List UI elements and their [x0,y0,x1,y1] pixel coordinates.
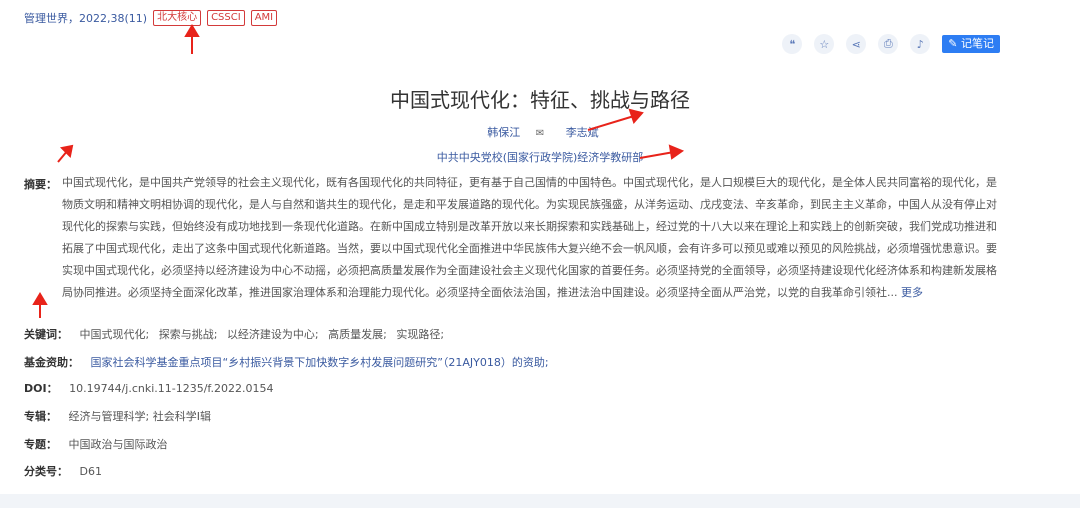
arrow-authors [587,115,635,131]
annotation-arrows [32,24,685,318]
arrow-authors-head [628,108,644,124]
arrow-cssci-head [184,24,200,37]
arrow-org-head [668,144,685,160]
article-detail-page: 管理世界，2022,38(11) 北大核心 CSSCI AMI ❝ ☆ ⋖ ⎙ … [0,0,1080,508]
arrow-keywords-head [32,292,48,305]
arrow-org [639,151,675,159]
